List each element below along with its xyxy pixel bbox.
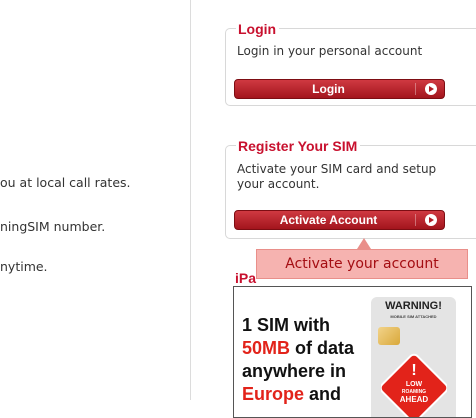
ad-line-1: 1 SIM with: [242, 315, 331, 335]
login-description: Login in your personal account: [237, 44, 423, 58]
login-box: Login Login in your personal account Log…: [225, 20, 476, 106]
activate-account-label: Activate Account: [279, 213, 378, 227]
login-title: Login: [236, 20, 280, 38]
left-text-line-1: ou at local call rates.: [0, 175, 131, 190]
svg-text:!: !: [411, 362, 416, 379]
ad-region: Europe: [242, 384, 305, 404]
tooltip-arrow: [357, 238, 371, 249]
ad-data-amount: 50MB: [242, 338, 291, 358]
ad-line-2-rest: of data: [290, 338, 355, 358]
sign-text-1: LOW: [406, 381, 423, 388]
left-text-line-2: ningSIM number.: [0, 219, 106, 234]
arrow-right-icon: [425, 83, 437, 95]
ad-line-4: Europe and: [242, 384, 341, 405]
activate-account-button[interactable]: Activate Account: [234, 210, 445, 230]
register-description: Activate your SIM card and setup your ac…: [237, 162, 437, 191]
login-button-label: Login: [312, 82, 345, 96]
column-divider: [190, 0, 191, 400]
ad-line-3: anywhere in: [242, 361, 347, 381]
sim-chip-icon: [378, 327, 400, 345]
sim-ad-banner[interactable]: 1 SIM with 50MB of data anywhere in Euro…: [233, 286, 472, 418]
ad-line-4-rest: and: [304, 384, 342, 404]
warning-title: WARNING!: [385, 300, 442, 312]
ad-title-fragment: iPa: [233, 270, 259, 286]
left-text-line-3: nytime.: [0, 259, 48, 274]
road-sign-icon: ! LOW ROAMING AHEAD: [381, 353, 447, 417]
activate-tooltip: Activate your account: [256, 249, 468, 279]
login-button[interactable]: Login: [234, 79, 445, 99]
ad-line-2: 50MB of data: [242, 338, 354, 359]
arrow-right-icon: [425, 214, 437, 226]
register-title: Register Your SIM: [236, 137, 361, 155]
button-divider: [415, 214, 416, 226]
warning-subtitle: MOBILE SIM ATTACHED: [390, 314, 437, 319]
button-divider: [415, 83, 416, 95]
register-sim-box: Register Your SIM Activate your SIM card…: [225, 137, 476, 239]
